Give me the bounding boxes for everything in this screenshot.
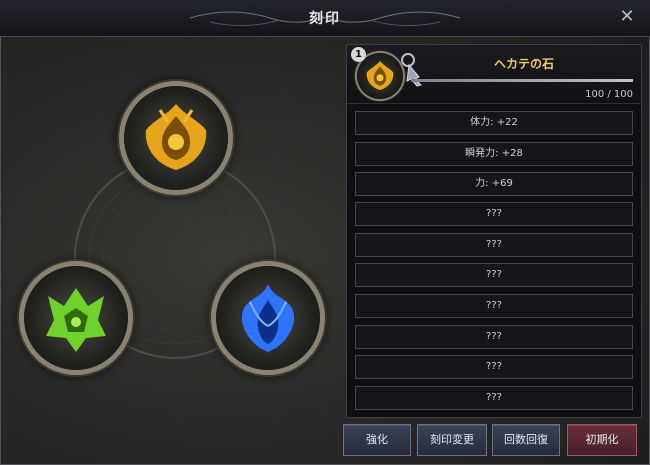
durability-bar (411, 79, 633, 82)
stat-row: ??? (355, 325, 633, 349)
stat-row: ??? (355, 202, 633, 226)
stat-row: ??? (355, 386, 633, 410)
title-bar: 刻印 ✕ (0, 0, 650, 37)
stone-name: ヘカテの石 (493, 57, 554, 71)
blue-emblem-icon (241, 284, 295, 352)
stat-row: ??? (355, 294, 633, 318)
stat-row: 力: +69 (355, 172, 633, 196)
engrave-slot-blue[interactable] (216, 266, 320, 370)
stat-row: ??? (355, 263, 633, 287)
engraving-window: 刻印 ✕ 1 ヘカテの石 100 / 100 体力: +22 瞬発力: +28 … (0, 0, 650, 465)
engrave-slot-green[interactable] (24, 266, 128, 370)
enhance-button[interactable]: 強化 (343, 424, 411, 456)
durability-bar-fill (411, 79, 633, 82)
stat-row: ??? (355, 233, 633, 257)
stat-row: 瞬発力: +28 (355, 142, 633, 166)
stone-index-badge: 1 (351, 47, 366, 62)
stat-row: ??? (355, 355, 633, 379)
engrave-slot-gold[interactable] (124, 86, 228, 190)
durability-text: 100 / 100 (585, 89, 633, 100)
gold-emblem-icon (366, 60, 394, 91)
window-title: 刻印 (309, 11, 341, 27)
gold-emblem-icon (145, 104, 207, 170)
reset-button[interactable]: 初期化 (567, 424, 637, 456)
stone-header: 1 ヘカテの石 100 / 100 (347, 45, 641, 104)
close-icon[interactable]: ✕ (618, 8, 636, 26)
green-emblem-icon (46, 288, 106, 352)
change-engraving-button[interactable]: 刻印変更 (417, 424, 487, 456)
stone-slot[interactable] (357, 53, 403, 99)
stone-panel: 1 ヘカテの石 100 / 100 体力: +22 瞬発力: +28 力: +6… (346, 44, 642, 418)
restore-count-button[interactable]: 回数回復 (492, 424, 560, 456)
stat-row: 体力: +22 (355, 111, 633, 135)
